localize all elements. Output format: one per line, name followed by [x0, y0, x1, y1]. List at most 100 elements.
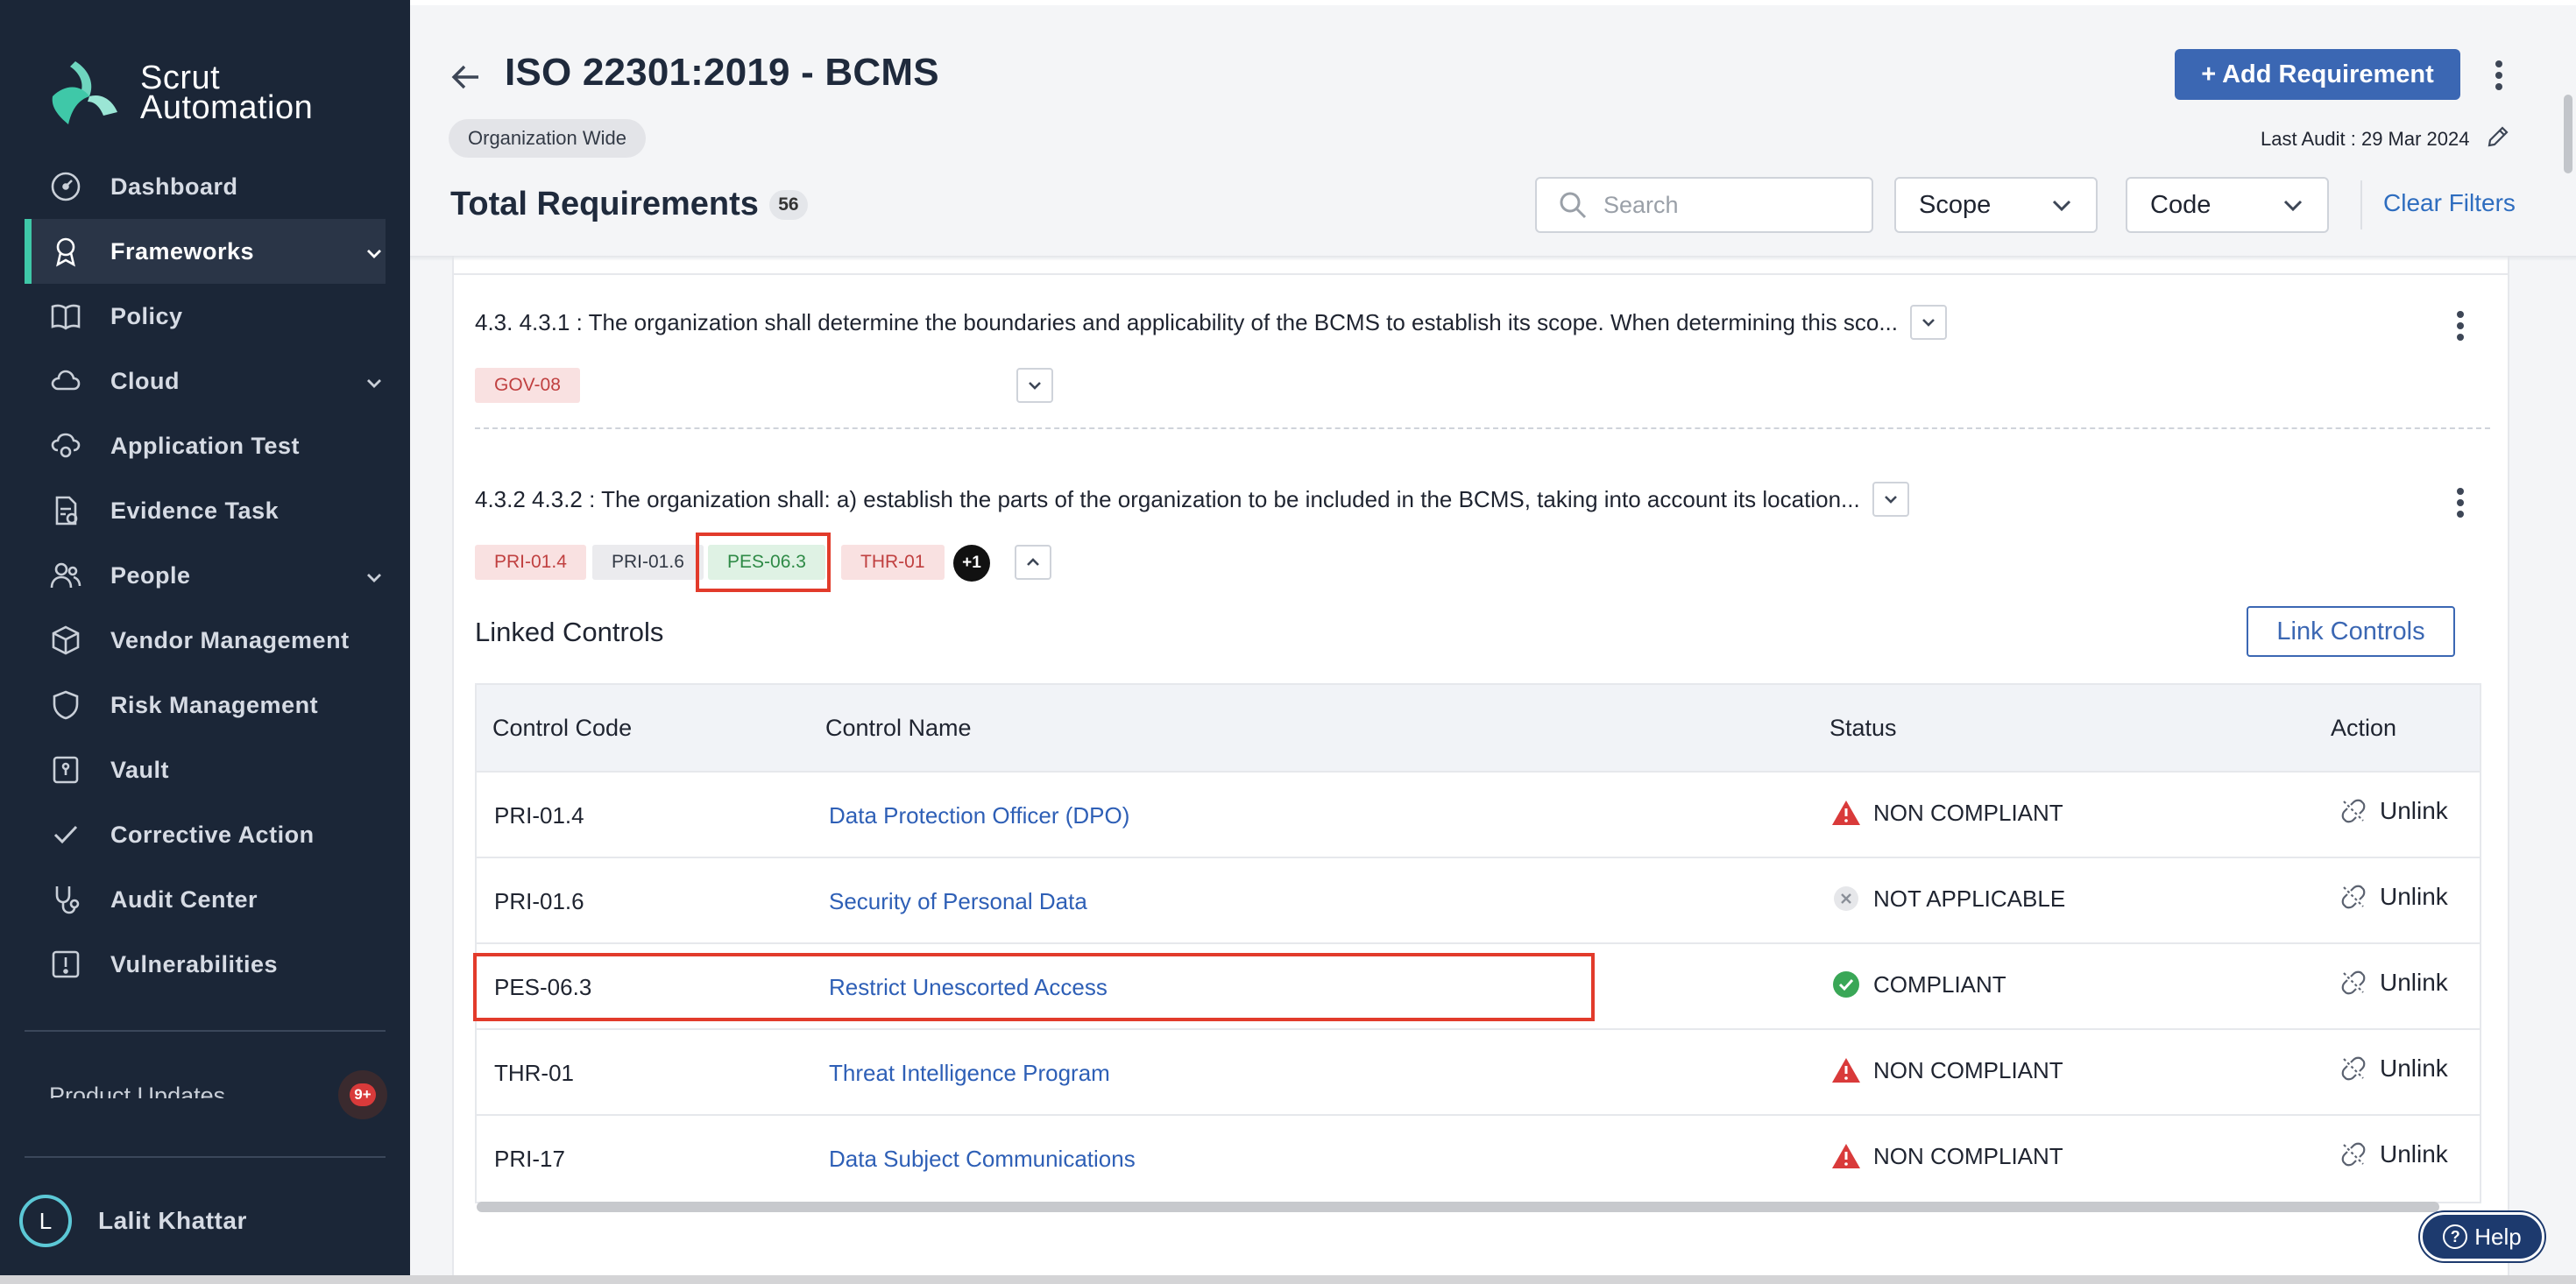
control-name-link[interactable]: Security of Personal Data: [829, 888, 1087, 915]
sidebar-item-frameworks[interactable]: Frameworks: [25, 219, 386, 284]
chevron-down-icon: [1922, 319, 1935, 327]
arrow-left-icon: [451, 65, 478, 89]
requirement-row: 4.3.2 4.3.2 : The organization shall: a)…: [475, 482, 1909, 517]
control-tag[interactable]: PRI-01.6: [592, 545, 704, 580]
sidebar-item-application-test[interactable]: Application Test: [0, 413, 410, 478]
check-circle-icon: [1833, 971, 1859, 998]
collapse-tags-button[interactable]: [1015, 545, 1051, 580]
highlight-box: [473, 953, 1595, 1021]
sidebar-item-product-updates[interactable]: Product Updates: [49, 1077, 312, 1098]
sidebar-item-label: Evidence Task: [110, 497, 280, 524]
code-dropdown-label: Code: [2150, 190, 2212, 219]
horizontal-scrollbar[interactable]: [477, 1202, 2439, 1212]
sidebar-nav: Dashboard Frameworks Policy Cloud Applic…: [0, 154, 410, 997]
unlink-button[interactable]: Unlink: [2341, 797, 2448, 825]
linked-controls-title: Linked Controls: [475, 617, 664, 647]
sidebar-item-label: Risk Management: [110, 691, 319, 718]
column-header: Control Name: [825, 714, 972, 741]
sidebar-item-label: Dashboard: [110, 173, 238, 200]
kebab-icon: [2457, 311, 2464, 341]
sidebar-item-label: Vault: [110, 756, 170, 783]
expand-requirement-button[interactable]: [1872, 482, 1909, 517]
sidebar-item-people[interactable]: People: [0, 543, 410, 608]
avatar: L: [19, 1195, 72, 1247]
cloud-icon: [49, 364, 82, 398]
unlink-label: Unlink: [2380, 797, 2448, 824]
notification-badge[interactable]: 9+: [338, 1070, 387, 1119]
sidebar-item-vulnerabilities[interactable]: Vulnerabilities: [0, 932, 410, 997]
clear-filters-link[interactable]: Clear Filters: [2383, 189, 2516, 217]
kebab-icon: [2495, 60, 2502, 90]
check-icon: [49, 818, 82, 851]
more-options-button[interactable]: [2481, 56, 2516, 95]
control-tag[interactable]: PRI-01.4: [475, 545, 586, 580]
kebab-icon: [2457, 488, 2464, 518]
sidebar-item-vendor-management[interactable]: Vendor Management: [0, 608, 410, 673]
expand-requirement-button[interactable]: [1909, 305, 1947, 340]
document-check-icon: [49, 494, 82, 527]
dashboard-gauge-icon: [49, 170, 82, 203]
sidebar-item-corrective-action[interactable]: Corrective Action: [0, 802, 410, 867]
unlink-button[interactable]: Unlink: [2341, 969, 2448, 997]
sidebar-item-label: Frameworks: [110, 237, 255, 265]
sidebar-item-dashboard[interactable]: Dashboard: [0, 154, 410, 219]
sidebar-item-label: Corrective Action: [110, 821, 315, 848]
more-tags-badge[interactable]: +1: [953, 545, 990, 582]
unlink-icon: [2341, 970, 2366, 995]
sidebar-item-risk-management[interactable]: Risk Management: [0, 673, 410, 737]
requirement-row: 4.3. 4.3.1 : The organization shall dete…: [475, 305, 1947, 340]
requirement-options-button[interactable]: [2443, 307, 2478, 345]
control-name-link[interactable]: Data Subject Communications: [829, 1146, 1136, 1173]
search-box[interactable]: [1535, 177, 1873, 233]
sidebar-item-label: Application Test: [110, 432, 301, 459]
link-controls-button[interactable]: Link Controls: [2247, 606, 2455, 657]
table-header: Control Code Control Name Status Action: [477, 685, 2480, 773]
status-text: NON COMPLIANT: [1873, 799, 2063, 826]
help-button[interactable]: ? Help: [2420, 1212, 2544, 1261]
last-audit-text: Last Audit : 29 Mar 2024: [2261, 128, 2470, 150]
unlink-button[interactable]: Unlink: [2341, 1140, 2448, 1168]
control-name-link[interactable]: Threat Intelligence Program: [829, 1060, 1110, 1087]
column-header: Status: [1829, 714, 1897, 741]
highlight-box: [696, 533, 831, 592]
sidebar-item-label: Vulnerabilities: [110, 950, 279, 977]
window-bottom-edge: [0, 1275, 2576, 1284]
chevron-down-icon: [1884, 496, 1897, 504]
edit-pencil-icon[interactable]: [2486, 124, 2510, 154]
sidebar-item-evidence-task[interactable]: Evidence Task: [0, 478, 410, 543]
control-name-link[interactable]: Data Protection Officer (DPO): [829, 802, 1129, 829]
control-tag[interactable]: THR-01: [841, 545, 945, 580]
unlink-button[interactable]: Unlink: [2341, 883, 2448, 911]
status-badge: NOT APPLICABLE: [1831, 885, 2065, 913]
status-badge: NON COMPLIANT: [1831, 1142, 2063, 1170]
product-updates-label: Product Updates: [49, 1083, 226, 1098]
sidebar-item-cloud[interactable]: Cloud: [0, 349, 410, 413]
chevron-up-icon: [1027, 558, 1039, 566]
back-button[interactable]: [445, 56, 487, 98]
status-badge: NON COMPLIANT: [1831, 799, 2063, 827]
requirement-options-button[interactable]: [2443, 483, 2478, 522]
row-divider: [454, 273, 2508, 275]
not-applicable-icon: [1834, 886, 1858, 911]
search-input[interactable]: [1603, 191, 1866, 219]
code-dropdown[interactable]: Code: [2126, 177, 2329, 233]
control-code: PRI-01.6: [494, 888, 584, 914]
sidebar-item-policy[interactable]: Policy: [0, 284, 410, 349]
add-requirement-button[interactable]: + Add Requirement: [2175, 49, 2460, 100]
unlink-button[interactable]: Unlink: [2341, 1055, 2448, 1083]
control-tag[interactable]: GOV-08: [475, 368, 580, 403]
unlink-icon: [2341, 799, 2366, 823]
user-profile[interactable]: L Lalit Khattar: [19, 1195, 247, 1247]
filter-separator: [2360, 180, 2362, 229]
brand-logo[interactable]: Scrut Automation: [49, 58, 313, 128]
sidebar-item-vault[interactable]: Vault: [0, 737, 410, 802]
row-divider: [475, 427, 2490, 429]
sidebar-item-audit-center[interactable]: Audit Center: [0, 867, 410, 932]
alert-square-icon: [49, 948, 82, 981]
user-name: Lalit Khattar: [98, 1207, 247, 1234]
scope-dropdown[interactable]: Scope: [1894, 177, 2098, 233]
expand-tags-button[interactable]: [1016, 368, 1053, 403]
vertical-scrollbar[interactable]: [2564, 95, 2572, 173]
total-requirements-count: 56: [768, 189, 808, 220]
unlink-label: Unlink: [2380, 1055, 2448, 1082]
